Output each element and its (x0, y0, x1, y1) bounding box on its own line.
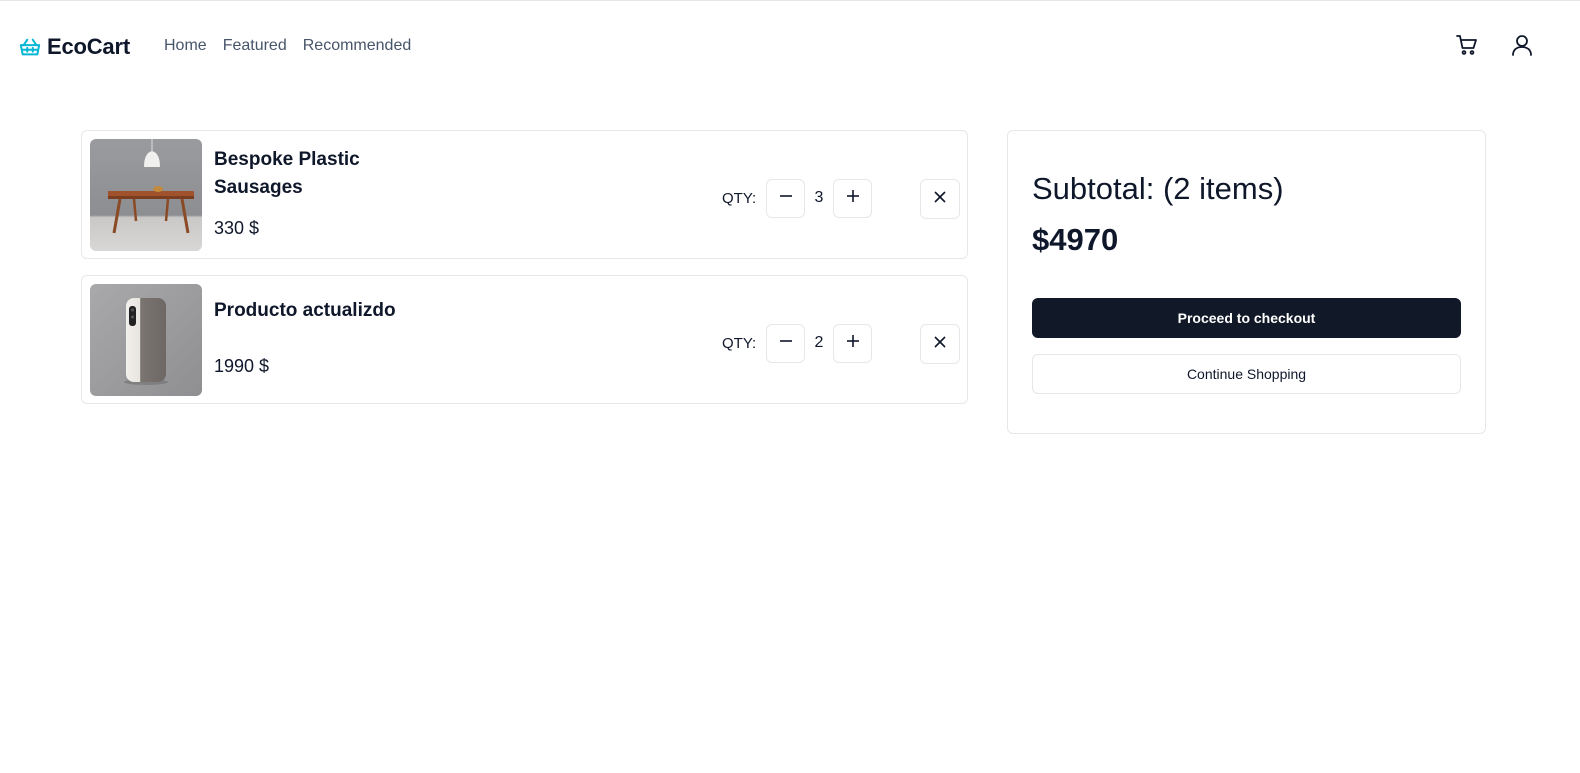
main-nav: Home Featured Recommended (164, 37, 411, 55)
cart-icon (1455, 33, 1479, 62)
cart-button[interactable] (1454, 34, 1480, 60)
product-image-table[interactable] (90, 139, 202, 251)
decrease-qty-button[interactable] (766, 324, 805, 363)
qty-value: 2 (814, 334, 824, 351)
remove-item-button[interactable] (920, 324, 960, 364)
plus-icon (846, 334, 860, 353)
qty-label: QTY: (722, 190, 757, 207)
product-image-phone-case[interactable] (90, 284, 202, 396)
subtotal-label: Subtotal: (2 items) (1032, 171, 1284, 206)
order-total: $4970 (1032, 222, 1119, 257)
nav-link-home[interactable]: Home (164, 37, 207, 55)
decrease-qty-button[interactable] (766, 179, 805, 218)
top-navbar: EcoCart Home Featured Recommended (0, 1, 1580, 93)
user-icon (1510, 33, 1534, 62)
account-button[interactable] (1509, 34, 1535, 60)
nav-link-featured[interactable]: Featured (223, 37, 287, 55)
order-summary: Subtotal: (2 items) $4970 Proceed to che… (1007, 130, 1486, 434)
product-price: 1990 $ (214, 356, 270, 376)
nav-link-recommended[interactable]: Recommended (303, 37, 412, 55)
brand-name: EcoCart (47, 34, 130, 59)
cart-item: Producto actualizdo 1990 $ QTY: 2 (81, 275, 968, 404)
checkout-button[interactable]: Proceed to checkout (1032, 298, 1461, 338)
product-name[interactable]: Producto actualizdo (214, 297, 444, 325)
product-price: 330 $ (214, 218, 260, 238)
brand-logo[interactable]: EcoCart (19, 34, 130, 60)
increase-qty-button[interactable] (833, 324, 872, 363)
increase-qty-button[interactable] (833, 179, 872, 218)
qty-value: 3 (814, 189, 824, 206)
remove-item-button[interactable] (920, 179, 960, 219)
continue-shopping-button[interactable]: Continue Shopping (1032, 354, 1461, 394)
minus-icon (779, 189, 793, 208)
close-icon (934, 335, 946, 353)
qty-label: QTY: (722, 335, 757, 352)
cart-item: Bespoke Plastic Sausages 330 $ QTY: 3 (81, 130, 968, 259)
basket-icon (19, 36, 41, 58)
plus-icon (846, 189, 860, 208)
product-name[interactable]: Bespoke Plastic Sausages (214, 146, 444, 202)
close-icon (934, 190, 946, 208)
minus-icon (779, 334, 793, 353)
